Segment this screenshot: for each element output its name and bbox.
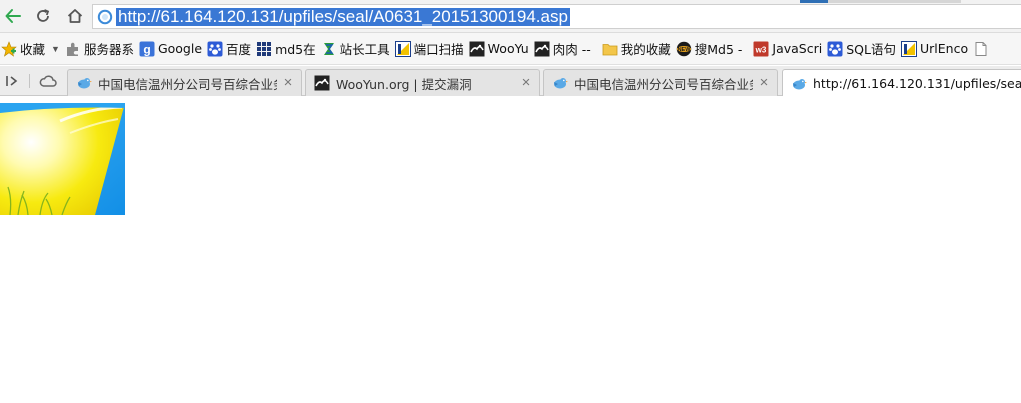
bird-icon: [76, 75, 92, 91]
w3-icon: w3: [753, 41, 769, 57]
svg-text:NEW: NEW: [677, 47, 691, 53]
bookmark-folder[interactable]: 我的收藏: [602, 38, 671, 60]
bookmark-label: md5在: [275, 42, 316, 57]
bookmark-item[interactable]: UrlEnco: [900, 38, 969, 60]
bookmark-item[interactable]: md5在: [256, 38, 316, 60]
back-button[interactable]: [2, 5, 24, 27]
bookmark-label: 站长工具: [339, 42, 390, 57]
wooyun-icon: [534, 41, 550, 57]
news-icon: NEW: [676, 41, 692, 57]
baidu-paw-icon: [207, 41, 223, 57]
home-icon: [67, 9, 83, 23]
browser-tab[interactable]: WooYun.org | 提交漏洞 ×: [305, 69, 540, 96]
home-button[interactable]: [64, 5, 86, 27]
browser-tab[interactable]: 中国电信温州分公司号百综合业务 ×: [67, 69, 302, 96]
reload-button[interactable]: [32, 5, 54, 27]
bookmark-item[interactable]: SQL语句: [827, 38, 896, 60]
tab-title: 中国电信温州分公司号百综合业务: [98, 76, 277, 92]
bookmark-label: Google: [157, 41, 203, 56]
grid-icon: [256, 41, 272, 57]
bookmark-favorites[interactable]: 收藏 ▼: [1, 38, 60, 60]
bookmarks-bar: 收藏 ▼ 服务器系 g Google 百度 md5在 站长工具 端口扫描 Woo…: [0, 33, 1021, 65]
wooyun-icon: [469, 41, 485, 57]
bookmark-label: 肉肉 --: [552, 42, 591, 57]
seal-image: [0, 103, 125, 215]
puzzle-icon: [65, 41, 81, 57]
bookmark-item[interactable]: g Google: [139, 38, 202, 60]
folder-icon: [602, 41, 618, 57]
tab-title: WooYun.org | 提交漏洞: [336, 76, 472, 92]
sidebar-toggle-button[interactable]: [2, 71, 22, 91]
tab-title: http://61.164.120.131/upfiles/seal/A0631…: [813, 76, 1021, 91]
bookmark-item[interactable]: 站长工具: [321, 38, 390, 60]
tab-close-icon[interactable]: ×: [519, 75, 533, 90]
bookmark-item-overflow[interactable]: [973, 38, 992, 60]
urlencode-icon: [900, 40, 917, 57]
bookmark-item[interactable]: NEW 搜Md5 -: [676, 38, 743, 60]
tab-strip: 中国电信温州分公司号百综合业务 × WooYun.org | 提交漏洞 × 中国…: [0, 66, 1021, 97]
bookmark-label: 服务器系: [83, 42, 134, 57]
port-scan-icon: [394, 40, 411, 57]
page-content: [0, 96, 1021, 403]
bookmark-item[interactable]: 端口扫描: [394, 38, 464, 60]
bookmark-label: 搜Md5 -: [694, 42, 743, 57]
star-icon: [1, 40, 17, 57]
bookmark-label: 百度: [226, 42, 252, 57]
toolbar-separator: [29, 74, 30, 88]
page-icon: [973, 41, 989, 57]
bird-icon: [791, 76, 807, 92]
svg-text:w3: w3: [755, 45, 767, 54]
google-icon: g: [139, 41, 155, 57]
browser-tab[interactable]: 中国电信温州分公司号百综合业务 ×: [543, 69, 778, 96]
tab-close-icon[interactable]: ×: [281, 75, 295, 90]
wooyun-icon: [314, 75, 330, 91]
bookmark-label: UrlEnco: [919, 41, 969, 56]
bookmark-label: 收藏: [20, 42, 46, 57]
bookmark-item[interactable]: 百度: [207, 38, 251, 60]
tab-close-icon[interactable]: ×: [757, 75, 771, 90]
browser-tab-active[interactable]: http://61.164.120.131/upfiles/seal/A0631…: [782, 69, 1021, 97]
window-top-accent: [800, 0, 961, 3]
bookmark-label: JavaScri: [772, 41, 823, 56]
bookmark-item[interactable]: 服务器系: [65, 38, 134, 60]
url-text[interactable]: http://61.164.120.131/upfiles/seal/A0631…: [116, 8, 570, 26]
address-toolbar: http://61.164.120.131/upfiles/seal/A0631…: [0, 0, 1021, 33]
bookmark-label: SQL语句: [846, 42, 896, 57]
bookmark-item[interactable]: w3 JavaScri: [753, 38, 822, 60]
tab-title: 中国电信温州分公司号百综合业务: [574, 76, 753, 92]
bird-icon: [552, 75, 568, 91]
back-arrow-icon: [5, 9, 21, 23]
reload-icon: [37, 9, 50, 22]
cloud-sync-button[interactable]: [38, 71, 58, 91]
baidu-paw-icon: [827, 41, 843, 57]
address-bar[interactable]: http://61.164.120.131/upfiles/seal/A0631…: [92, 4, 1021, 29]
bookmark-label: 端口扫描: [413, 42, 464, 57]
bookmark-item[interactable]: WooYu: [469, 38, 529, 60]
sidebar-toggle-icon: [6, 76, 18, 86]
svg-text:g: g: [143, 42, 150, 56]
bookmark-label: 我的收藏: [620, 42, 671, 57]
bookmark-label: WooYu: [487, 41, 529, 56]
bookmark-item[interactable]: 肉肉 --: [534, 38, 591, 60]
caret-down-icon: ▼: [51, 43, 60, 54]
chinaz-icon: [321, 41, 337, 57]
page-globe-icon: [97, 9, 113, 25]
cloud-icon: [39, 75, 57, 87]
